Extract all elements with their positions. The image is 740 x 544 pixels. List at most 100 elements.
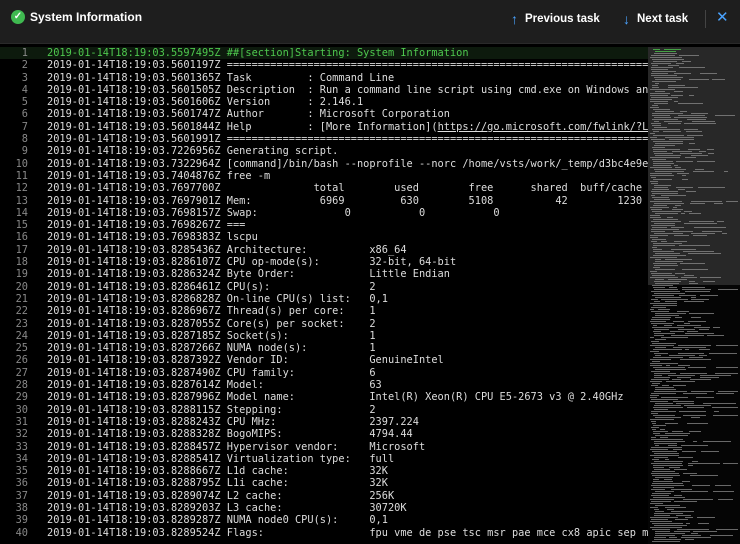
minimap-line <box>654 185 671 187</box>
minimap-line <box>713 491 734 493</box>
minimap-line <box>671 335 704 337</box>
close-icon[interactable]: ✕ <box>716 9 729 27</box>
line-number[interactable]: 13 <box>0 195 28 207</box>
line-number[interactable]: 5 <box>0 96 28 108</box>
minimap-line <box>688 465 693 467</box>
line-gutter <box>28 108 47 120</box>
line-gutter <box>28 47 47 59</box>
minimap-line <box>708 153 714 155</box>
minimap-line <box>651 123 661 125</box>
minimap-line <box>671 511 694 513</box>
minimap-line <box>718 289 738 291</box>
minimap-line <box>718 499 733 501</box>
line-number[interactable]: 22 <box>0 305 28 317</box>
line-number[interactable]: 31 <box>0 416 28 428</box>
log-minimap[interactable] <box>648 47 740 544</box>
line-number[interactable]: 1 <box>0 47 28 59</box>
line-number[interactable]: 35 <box>0 465 28 477</box>
line-number[interactable]: 33 <box>0 441 28 453</box>
minimap-line <box>693 441 697 443</box>
line-number[interactable]: 21 <box>0 293 28 305</box>
line-number[interactable]: 3 <box>0 72 28 84</box>
log-line: 22 2019-01-14T18:19:03.8286967Z Thread(s)… <box>0 305 648 317</box>
minimap-line <box>674 501 697 503</box>
line-number[interactable]: 34 <box>0 453 28 465</box>
line-number[interactable]: 39 <box>0 514 28 526</box>
line-number[interactable]: 2 <box>0 59 28 71</box>
minimap-line <box>699 329 709 331</box>
minimap-line <box>683 473 697 475</box>
minimap-line <box>653 263 677 265</box>
line-number[interactable]: 30 <box>0 404 28 416</box>
minimap-line <box>687 407 704 409</box>
line-number[interactable]: 14 <box>0 207 28 219</box>
minimap-line <box>678 365 690 367</box>
line-number[interactable]: 25 <box>0 342 28 354</box>
minimap-line <box>653 425 666 427</box>
line-number[interactable]: 26 <box>0 354 28 366</box>
minimap-line <box>682 179 688 181</box>
minimap-line <box>651 411 676 413</box>
minimap-line <box>655 155 681 157</box>
line-text: 2019-01-14T18:19:03.8288243Z CPU MHz: 23… <box>47 415 419 428</box>
log-viewer[interactable]: 1 2019-01-14T18:19:03.5597495Z ##[section… <box>0 47 648 544</box>
line-number[interactable]: 24 <box>0 330 28 342</box>
minimap-line <box>653 325 657 327</box>
line-number[interactable]: 36 <box>0 477 28 489</box>
line-number[interactable]: 9 <box>0 145 28 157</box>
line-number[interactable]: 12 <box>0 182 28 194</box>
line-number[interactable]: 17 <box>0 244 28 256</box>
minimap-line <box>668 279 687 281</box>
line-gutter <box>28 281 47 293</box>
minimap-line <box>684 405 711 407</box>
minimap-line <box>653 467 664 469</box>
minimap-line <box>675 273 685 275</box>
line-number[interactable]: 23 <box>0 318 28 330</box>
line-text: 2019-01-14T18:19:03.8286324Z Byte Order:… <box>47 268 450 281</box>
help-link[interactable]: https://go.microsoft.com/fwlink/?LinkID=… <box>438 121 648 133</box>
line-number[interactable]: 27 <box>0 367 28 379</box>
line-number[interactable]: 6 <box>0 108 28 120</box>
line-number[interactable]: 8 <box>0 133 28 145</box>
line-number[interactable]: 29 <box>0 391 28 403</box>
line-number[interactable]: 18 <box>0 256 28 268</box>
previous-task-button[interactable]: ↑ Previous task <box>511 10 600 28</box>
line-number[interactable]: 7 <box>0 121 28 133</box>
line-text: 2019-01-14T18:19:03.8286828Z On-line CPU… <box>47 292 388 305</box>
minimap-line <box>650 271 657 273</box>
line-gutter <box>28 72 47 84</box>
minimap-line <box>682 61 691 63</box>
line-number[interactable]: 19 <box>0 268 28 280</box>
next-task-button[interactable]: ↓ Next task <box>623 10 688 28</box>
minimap-line <box>693 171 714 173</box>
minimap-line <box>654 537 666 539</box>
line-number[interactable]: 40 <box>0 527 28 539</box>
minimap-line <box>667 509 674 511</box>
minimap-line <box>673 385 686 387</box>
line-number[interactable]: 4 <box>0 84 28 96</box>
line-number[interactable]: 15 <box>0 219 28 231</box>
line-number[interactable]: 28 <box>0 379 28 391</box>
line-number[interactable]: 16 <box>0 231 28 243</box>
line-number[interactable]: 38 <box>0 502 28 514</box>
minimap-line <box>664 49 681 51</box>
minimap-line <box>652 147 665 149</box>
minimap-line <box>681 445 708 447</box>
line-text: 2019-01-14T18:19:03.8286461Z CPU(s): 2 <box>47 280 376 293</box>
minimap-line <box>668 375 695 377</box>
minimap-line <box>683 393 707 395</box>
line-number[interactable]: 20 <box>0 281 28 293</box>
line-number[interactable]: 11 <box>0 170 28 182</box>
minimap-line <box>654 461 683 463</box>
line-number[interactable]: 10 <box>0 158 28 170</box>
line-number[interactable]: 32 <box>0 428 28 440</box>
line-number[interactable]: 37 <box>0 490 28 502</box>
minimap-line <box>691 417 700 419</box>
line-text: 2019-01-14T18:19:03.8285436Z Architectur… <box>47 243 407 256</box>
minimap-line <box>652 197 669 199</box>
minimap-line <box>713 327 720 329</box>
line-gutter <box>28 428 47 440</box>
minimap-line <box>653 431 668 433</box>
minimap-line <box>664 479 672 481</box>
minimap-line <box>653 179 672 181</box>
